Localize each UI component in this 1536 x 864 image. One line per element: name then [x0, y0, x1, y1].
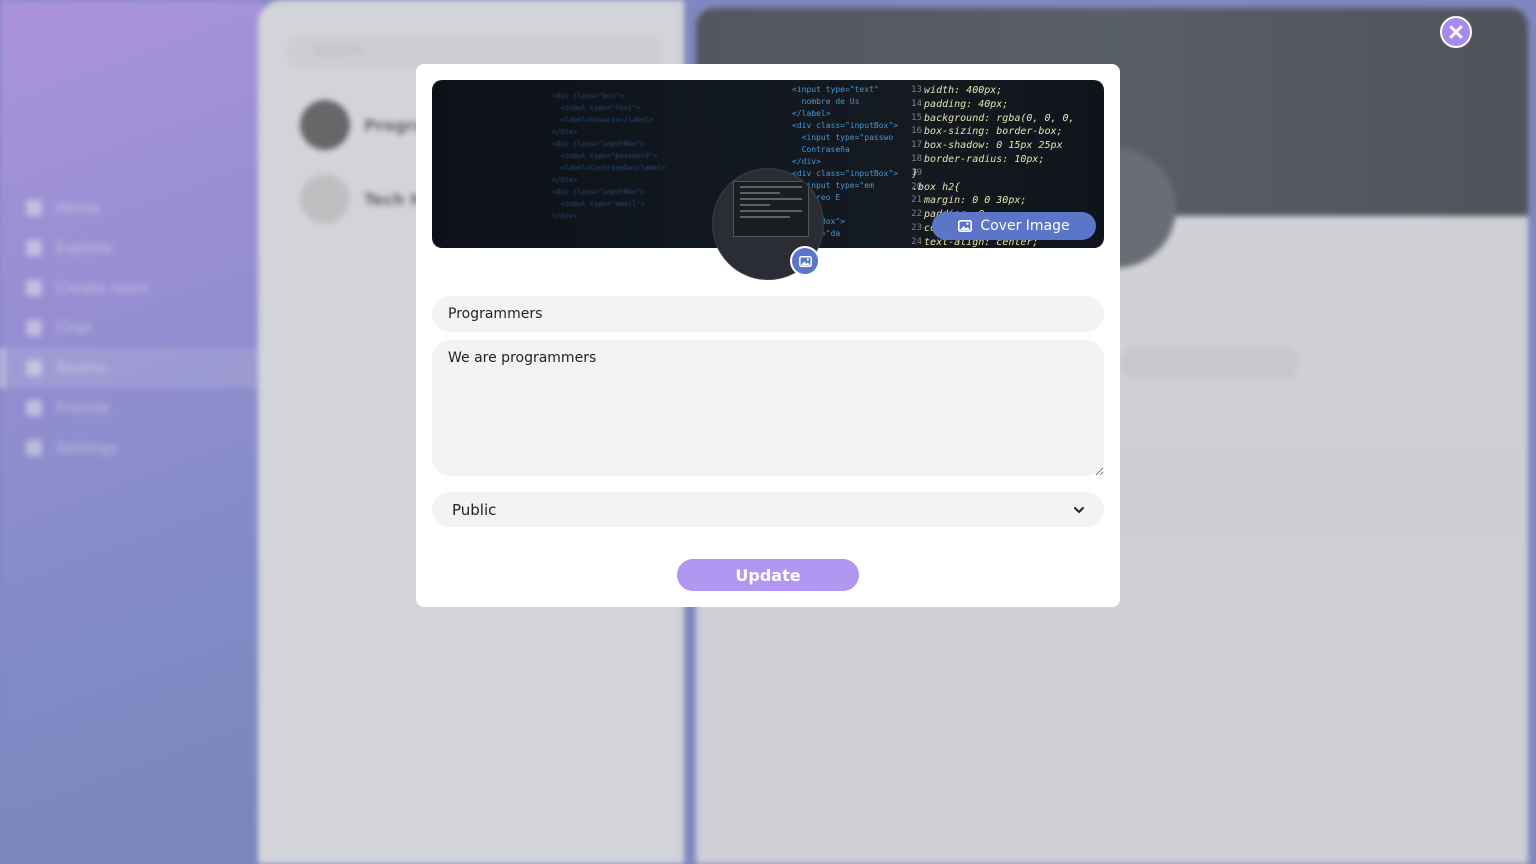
avatar-screenshot-thumbnail — [733, 181, 809, 237]
room-name-input[interactable] — [432, 296, 1104, 332]
chevron-down-icon — [1074, 506, 1084, 513]
close-button[interactable] — [1440, 16, 1472, 48]
visibility-selected-value: Public — [452, 500, 497, 519]
edit-room-modal: <div class="box"> <input type="text"> <l… — [416, 64, 1120, 607]
room-description-input[interactable]: We are programmers — [432, 340, 1104, 476]
avatar-image-button[interactable] — [790, 246, 820, 276]
update-button[interactable]: Update — [677, 559, 859, 591]
image-icon — [958, 220, 973, 232]
image-icon — [798, 255, 812, 267]
close-icon — [1449, 25, 1463, 39]
cover-image-button[interactable]: Cover Image — [932, 212, 1096, 240]
visibility-select[interactable]: Public — [432, 492, 1104, 527]
